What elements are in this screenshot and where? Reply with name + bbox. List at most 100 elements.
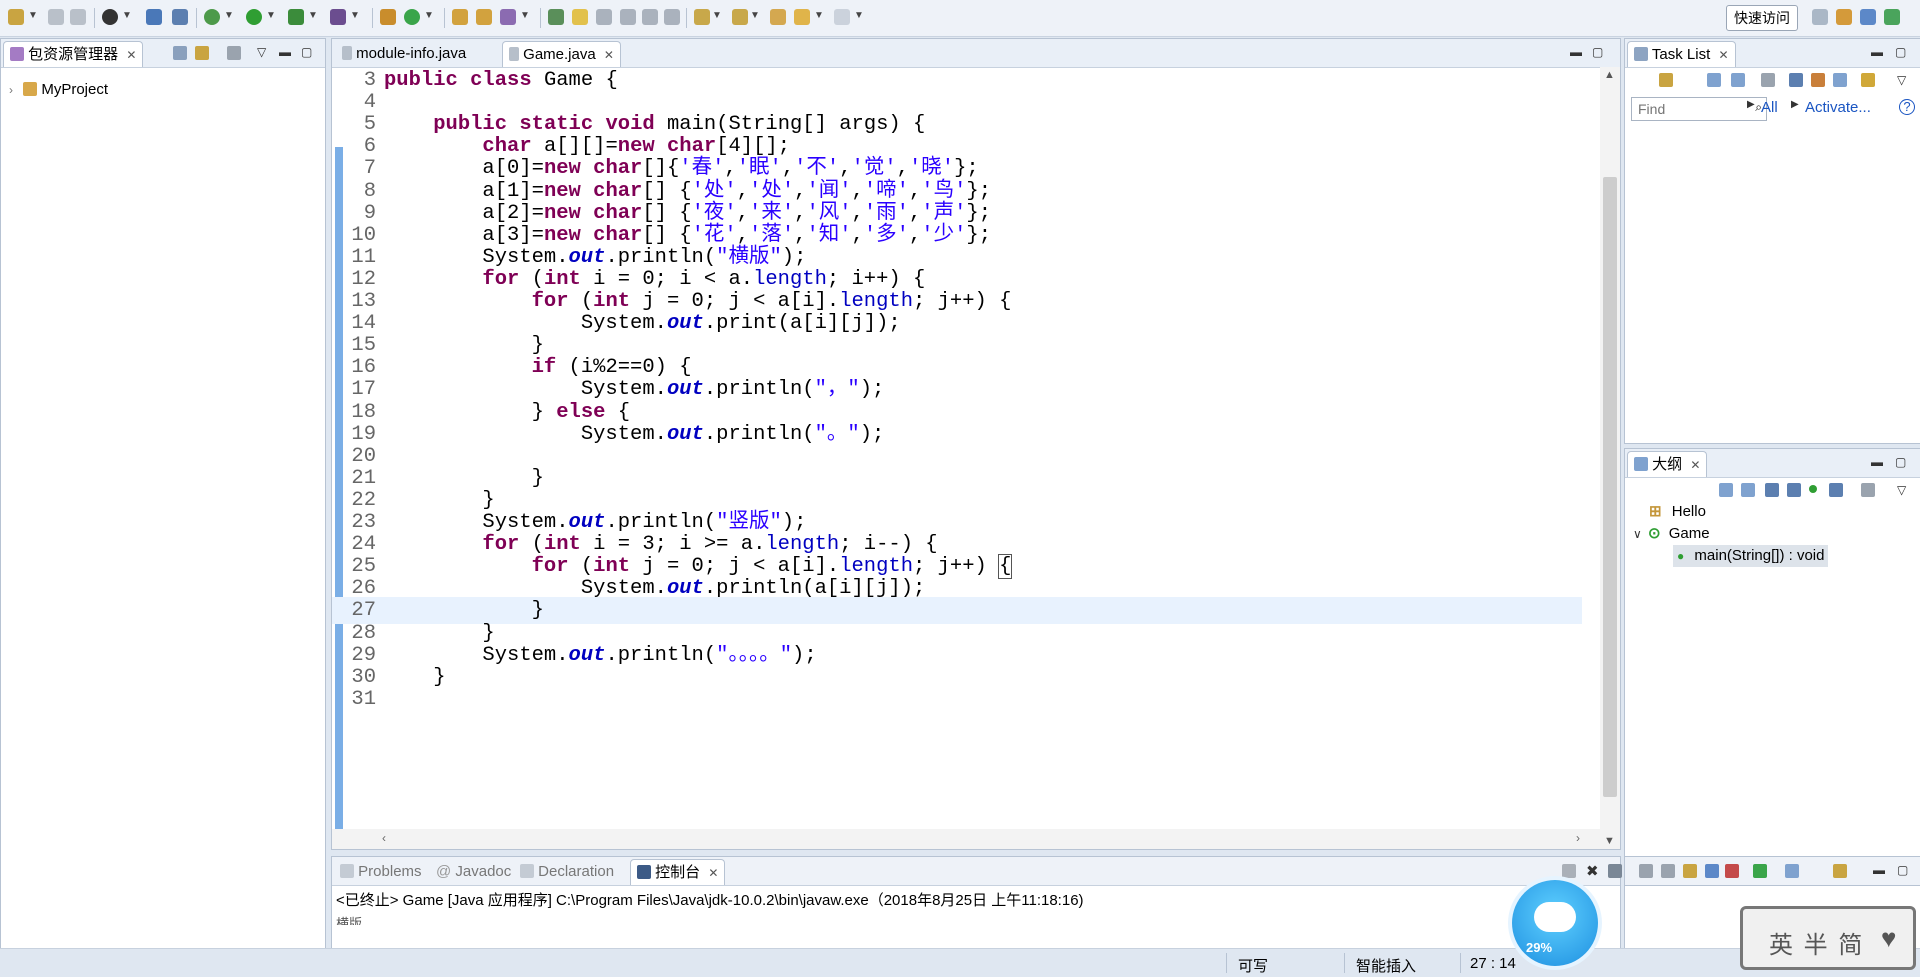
hide-fields-icon[interactable] [1765, 483, 1779, 497]
word-wrap-icon[interactable] [620, 9, 636, 25]
horizontal-scrollbar[interactable]: ‹ › [332, 829, 1600, 849]
open-console-icon[interactable] [1833, 864, 1847, 878]
all-link[interactable]: All [1761, 99, 1778, 116]
close-icon[interactable]: ✕ [708, 866, 718, 880]
minimize-icon[interactable]: ▬ [279, 45, 291, 59]
dropdown-arrow-icon[interactable]: ▼ [308, 10, 318, 21]
maximize-icon[interactable]: ▢ [1895, 45, 1906, 59]
quick-access-button[interactable]: 快速访问 [1726, 5, 1798, 31]
help-icon[interactable]: ? [1899, 99, 1915, 115]
last-edit-location-icon[interactable] [770, 9, 786, 25]
new-task-icon[interactable] [1659, 73, 1673, 87]
view-menu-icon[interactable]: ▽ [1897, 73, 1906, 87]
hide-nonpublic-icon[interactable] [1809, 485, 1817, 493]
focus-icon[interactable] [1761, 73, 1775, 87]
terminate-icon[interactable] [1562, 864, 1576, 878]
tree-item-project[interactable]: › MyProject [9, 79, 108, 101]
view-menu-icon[interactable]: ▽ [1897, 483, 1906, 497]
chevron-right-icon[interactable]: › [1576, 831, 1580, 845]
dropdown-arrow-icon[interactable]: ▼ [520, 10, 530, 21]
open-type-icon[interactable] [452, 9, 468, 25]
tab-javadoc[interactable]: @ Javadoc [430, 859, 517, 884]
toggle-breadcrumb-icon[interactable] [548, 9, 564, 25]
ime-status-widget[interactable]: 英 半 简 ♥ [1740, 906, 1916, 970]
code-line[interactable]: 31 [332, 686, 1582, 713]
remove-all-icon[interactable] [1608, 864, 1622, 878]
filter-icon[interactable] [227, 46, 241, 60]
link-with-editor-icon[interactable] [195, 46, 209, 60]
hide-local-types-icon[interactable] [1829, 483, 1843, 497]
tab-module-info[interactable]: module-info.java [336, 41, 472, 66]
debug-perspective-icon[interactable] [1884, 9, 1900, 25]
sync-icon[interactable] [1811, 73, 1825, 87]
open-perspective-icon[interactable] [1812, 9, 1828, 25]
previous-annotation-icon[interactable] [732, 9, 748, 25]
save-all-icon[interactable] [70, 9, 86, 25]
pin-console-icon[interactable] [1753, 864, 1767, 878]
presentation-icon[interactable] [1861, 73, 1875, 87]
hide-static-icon[interactable] [1787, 483, 1801, 497]
tab-console[interactable]: 控制台 ✕ [630, 859, 726, 885]
tab-outline[interactable]: 大纲 ✕ [1627, 451, 1708, 477]
skip-breakpoints-icon[interactable] [172, 9, 188, 25]
profile-icon[interactable] [102, 9, 118, 25]
activate-link[interactable]: Activate... [1805, 99, 1871, 116]
dropdown-arrow-icon[interactable]: ▼ [28, 10, 38, 21]
sort-icon[interactable] [1741, 483, 1755, 497]
dropdown-arrow-icon[interactable]: ▼ [224, 10, 234, 21]
run-icon[interactable] [246, 9, 262, 25]
dropdown-arrow-icon[interactable]: ▼ [122, 10, 132, 21]
minimize-icon[interactable]: ▬ [1871, 45, 1883, 59]
maximize-icon[interactable]: ▢ [1897, 863, 1908, 877]
chevron-left-icon[interactable]: ‹ [382, 831, 386, 845]
dropdown-arrow-icon[interactable]: ▼ [854, 10, 864, 21]
chevron-right-icon[interactable]: › [9, 83, 13, 97]
maximize-icon[interactable]: ▢ [301, 45, 312, 59]
mark-occurrences-icon[interactable] [572, 9, 588, 25]
show-whitespace-icon[interactable] [642, 9, 658, 25]
external-tools-icon[interactable] [330, 9, 346, 25]
search-icon[interactable] [500, 9, 516, 25]
focus-icon[interactable] [1861, 483, 1875, 497]
dropdown-arrow-icon[interactable]: ▼ [266, 10, 276, 21]
collapse-all-icon[interactable] [1719, 483, 1733, 497]
find-input[interactable] [1636, 99, 1744, 119]
outline-item-hello[interactable]: ⊞ Hello [1649, 501, 1706, 523]
dropdown-arrow-icon[interactable]: ▼ [350, 10, 360, 21]
open-task-icon[interactable] [476, 9, 492, 25]
show-on-stderr-icon[interactable] [1725, 864, 1739, 878]
save-icon[interactable] [48, 9, 64, 25]
chevron-down-icon[interactable]: ▼ [1604, 835, 1615, 847]
display-console-icon[interactable] [1785, 864, 1799, 878]
close-icon[interactable]: ✕ [1718, 48, 1728, 62]
vertical-scrollbar[interactable]: ▲ ▼ [1600, 67, 1620, 849]
minimize-icon[interactable]: ▬ [1871, 455, 1883, 469]
next-annotation-icon[interactable] [694, 9, 710, 25]
dropdown-arrow-icon[interactable]: ▼ [814, 10, 824, 21]
dropdown-arrow-icon[interactable]: ▼ [712, 10, 722, 21]
dropdown-arrow-icon[interactable]: ▼ [424, 10, 434, 21]
outline-item-main[interactable]: ● main(String[]) : void [1673, 545, 1829, 567]
scheduled-icon[interactable] [1731, 73, 1745, 87]
close-icon[interactable]: ✕ [1690, 458, 1700, 472]
outline-item-game[interactable]: ∨ ⊙ Game [1633, 523, 1710, 545]
code-editor[interactable]: 3 public class Game {4 5 public static voi… [332, 67, 1582, 869]
maximize-icon[interactable]: ▢ [1592, 45, 1603, 59]
tab-declaration[interactable]: Declaration [514, 859, 620, 884]
tab-task-list[interactable]: Task List ✕ [1627, 41, 1736, 67]
java-perspective-icon[interactable] [1860, 9, 1876, 25]
cpu-monitor-widget[interactable]: 29% [1512, 880, 1598, 966]
scrollbar-thumb[interactable] [1603, 177, 1617, 797]
clear-console-icon[interactable] [1639, 864, 1653, 878]
categorized-icon[interactable] [1707, 73, 1721, 87]
hide-completed-icon[interactable] [1789, 73, 1803, 87]
close-icon[interactable]: ✕ [126, 48, 136, 62]
collapse-all-icon[interactable] [173, 46, 187, 60]
close-icon[interactable]: ✕ [604, 48, 614, 62]
tab-package-explorer[interactable]: 包资源管理器 ✕ [3, 41, 144, 67]
word-wrap-icon[interactable] [1683, 864, 1697, 878]
new-icon[interactable] [8, 9, 24, 25]
remove-launch-icon[interactable]: ✖ [1586, 862, 1599, 880]
maximize-icon[interactable]: ▢ [1895, 455, 1906, 469]
new-java-package-icon[interactable] [380, 9, 396, 25]
